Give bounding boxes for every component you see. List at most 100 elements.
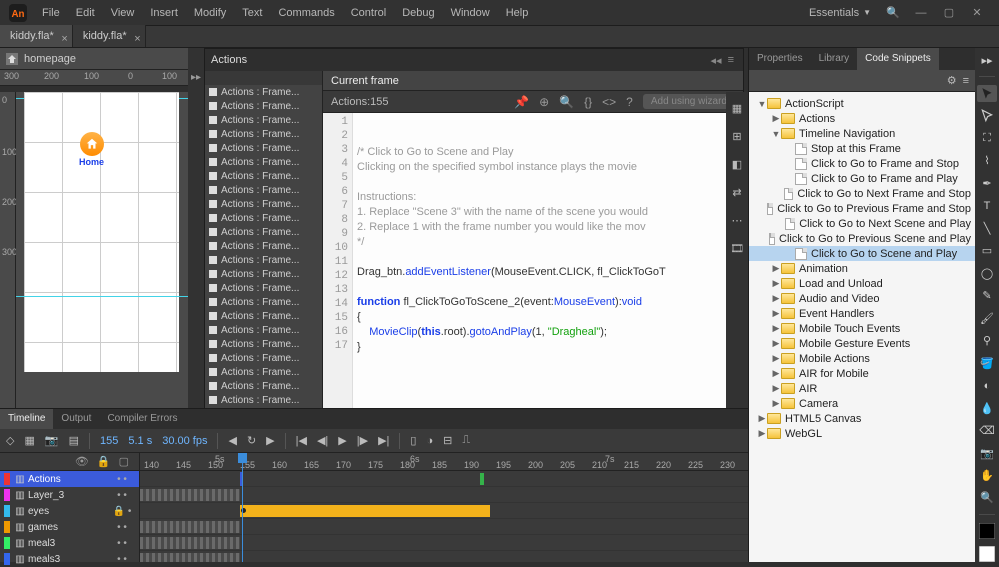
workspace-switcher[interactable]: Essentials▼ <box>801 7 879 19</box>
actions-frame-list[interactable]: Actions : Frame...Actions : Frame...Acti… <box>205 71 323 443</box>
menu-modify[interactable]: Modify <box>186 0 234 26</box>
subselect-tool-icon[interactable] <box>977 108 997 124</box>
window-minimize[interactable]: — <box>907 0 935 26</box>
actions-frame-row[interactable]: Actions : Frame... <box>205 323 322 337</box>
actions-frame-row[interactable]: Actions : Frame... <box>205 379 322 393</box>
tab-properties[interactable]: Properties <box>749 48 811 70</box>
snippet-file[interactable]: Click to Go to Frame and Play <box>749 171 975 186</box>
actions-frame-row[interactable]: Actions : Frame... <box>205 281 322 295</box>
window-close[interactable]: ✕ <box>963 0 991 26</box>
layers-icon[interactable]: ▤ <box>69 434 79 447</box>
menu-debug[interactable]: Debug <box>394 0 442 26</box>
snippet-folder[interactable]: ▶AIR <box>749 381 975 396</box>
color-icon[interactable]: ◧ <box>729 156 745 172</box>
collapse-icon[interactable]: ◂◂ <box>708 54 725 67</box>
code-content[interactable]: /* Click to Go to Scene and Play Clickin… <box>353 113 743 411</box>
snippet-folder[interactable]: ▶Load and Unload <box>749 276 975 291</box>
eraser-tool-icon[interactable]: ⌫ <box>977 422 997 438</box>
snippet-file[interactable]: Click to Go to Frame and Stop <box>749 156 975 171</box>
actions-frame-row[interactable]: Actions : Frame... <box>205 183 322 197</box>
text-tool-icon[interactable]: T <box>977 198 997 214</box>
actions-frame-row[interactable]: Actions : Frame... <box>205 155 322 169</box>
camera-icon[interactable]: 📷 <box>45 434 59 447</box>
menu-insert[interactable]: Insert <box>142 0 186 26</box>
snippet-folder[interactable]: ▼Timeline Navigation <box>749 126 975 141</box>
snippet-folder[interactable]: ▶Audio and Video <box>749 291 975 306</box>
close-icon[interactable]: × <box>61 28 67 50</box>
menu-view[interactable]: View <box>103 0 143 26</box>
bone-tool-icon[interactable]: ⚲ <box>977 332 997 348</box>
actions-frame-row[interactable]: Actions : Frame... <box>205 197 322 211</box>
tab-compiler-errors[interactable]: Compiler Errors <box>99 409 185 429</box>
line-tool-icon[interactable]: ╲ <box>977 220 997 236</box>
fps[interactable]: 30.00 fps <box>162 435 207 447</box>
frame-track[interactable] <box>140 471 748 487</box>
layer-row[interactable]: ▥eyes🔒 • <box>0 503 139 519</box>
marker-icon[interactable]: ⎍ <box>462 434 470 447</box>
menu-text[interactable]: Text <box>234 0 270 26</box>
actions-frame-row[interactable]: Actions : Frame... <box>205 253 322 267</box>
snippet-file[interactable]: Click to Go to Previous Frame and Stop <box>749 201 975 216</box>
first-frame-icon[interactable]: |◀ <box>296 434 307 447</box>
swap-icon[interactable]: ⇄ <box>729 184 745 200</box>
snippet-folder[interactable]: ▶Camera <box>749 396 975 411</box>
actions-frame-row[interactable]: Actions : Frame... <box>205 225 322 239</box>
panel-menu-icon[interactable]: ≡ <box>725 54 737 66</box>
close-icon[interactable]: × <box>134 28 140 50</box>
snippet-folder[interactable]: ▼ActionScript <box>749 96 975 111</box>
next-icon[interactable]: ▶ <box>266 434 274 447</box>
menu-file[interactable]: File <box>34 0 68 26</box>
bucket-tool-icon[interactable]: 🪣 <box>977 355 997 371</box>
last-frame-icon[interactable]: ▶| <box>378 434 389 447</box>
eye-icon[interactable]: 👁 <box>75 455 89 468</box>
play-icon[interactable]: ▶ <box>338 434 346 447</box>
menu-help[interactable]: Help <box>498 0 537 26</box>
actions-frame-row[interactable]: Actions : Frame... <box>205 337 322 351</box>
lasso-tool-icon[interactable]: ⌇ <box>977 153 997 169</box>
panel-menu-icon[interactable]: ≡ <box>963 75 969 87</box>
edit-multi-icon[interactable]: ⊟ <box>443 434 452 447</box>
actions-frame-row[interactable]: Actions : Frame... <box>205 239 322 253</box>
brush-tool-icon[interactable]: 🖌 <box>977 310 997 326</box>
hand-tool-icon[interactable]: ✋ <box>977 467 997 483</box>
stage[interactable]: 0 100 200 300 Home <box>0 92 188 408</box>
grid-icon[interactable]: ⊞ <box>729 128 745 144</box>
add-wizard-button[interactable]: Add using wizard <box>643 94 735 109</box>
fill-color[interactable] <box>977 546 997 562</box>
snippet-folder[interactable]: ▶WebGL <box>749 426 975 441</box>
layer-list[interactable]: 👁🔒▢ ▥Actions• • ▥Layer_3• • ▥eyes🔒 • ▥ga… <box>0 453 140 562</box>
more-icon[interactable]: ⋯ <box>729 212 745 228</box>
code-editor[interactable]: 1234567891011121314151617 /* Click to Go… <box>323 113 743 411</box>
actions-frame-row[interactable]: Actions : Frame... <box>205 113 322 127</box>
menu-window[interactable]: Window <box>443 0 498 26</box>
actions-frame-row[interactable]: Actions : Frame... <box>205 295 322 309</box>
snippet-folder[interactable]: ▶AIR for Mobile <box>749 366 975 381</box>
transform-tool-icon[interactable]: ⛶ <box>977 130 997 146</box>
snippet-file[interactable]: Click to Go to Scene and Play <box>749 246 975 261</box>
search-icon[interactable]: 🔍 <box>879 0 907 26</box>
actions-frame-row[interactable]: Actions : Frame... <box>205 351 322 365</box>
actions-frame-row[interactable]: Actions : Frame... <box>205 127 322 141</box>
layer-row[interactable]: ▥Layer_3• • <box>0 487 139 503</box>
expand-icon[interactable]: ▸▸ <box>977 52 997 68</box>
scene-home-icon[interactable] <box>6 53 18 65</box>
rect-tool-icon[interactable]: ▭ <box>977 243 997 259</box>
actions-frame-row[interactable]: Actions : Frame... <box>205 141 322 155</box>
layer-row[interactable]: ▥games• • <box>0 519 139 535</box>
doc-tab-1[interactable]: kiddy.fla*× <box>73 25 146 47</box>
actions-frame-row[interactable]: Actions : Frame... <box>205 99 322 113</box>
oval-tool-icon[interactable]: ◯ <box>977 265 997 281</box>
ink-tool-icon[interactable]: ◐ <box>977 377 997 393</box>
current-frame[interactable]: 155 <box>100 435 118 447</box>
layer-row[interactable]: ▥meals3• • <box>0 551 139 567</box>
menu-commands[interactable]: Commands <box>270 0 342 26</box>
frame-track[interactable] <box>140 519 748 535</box>
lock-icon[interactable]: 🔒 <box>97 455 111 468</box>
snippet-folder[interactable]: ▶Mobile Touch Events <box>749 321 975 336</box>
snippet-file[interactable]: Stop at this Frame <box>749 141 975 156</box>
target-icon[interactable]: ⊕ <box>539 95 549 109</box>
selection-tool-icon[interactable] <box>977 85 997 101</box>
eyedropper-tool-icon[interactable]: 💧 <box>977 400 997 416</box>
frame-track[interactable] <box>140 503 748 519</box>
menu-control[interactable]: Control <box>343 0 394 26</box>
